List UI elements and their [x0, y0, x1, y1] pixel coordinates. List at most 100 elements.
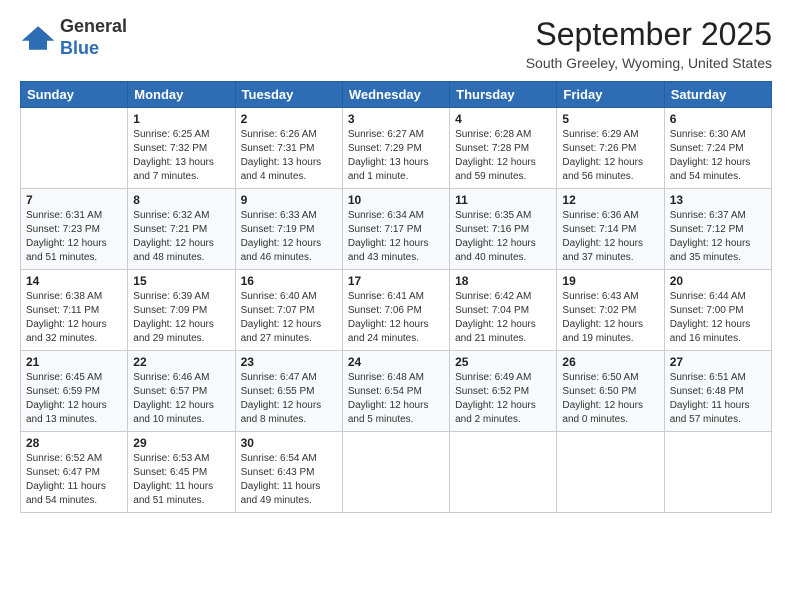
logo-blue: Blue — [60, 38, 127, 60]
day-info: Sunrise: 6:51 AMSunset: 6:48 PMDaylight:… — [670, 371, 766, 427]
calendar-cell: 1Sunrise: 6:25 AMSunset: 7:32 PMDaylight… — [128, 108, 235, 189]
day-number: 15 — [133, 274, 229, 288]
logo-general: General — [60, 16, 127, 38]
day-number: 3 — [348, 112, 444, 126]
day-number: 14 — [26, 274, 122, 288]
day-info: Sunrise: 6:40 AMSunset: 7:07 PMDaylight:… — [241, 290, 337, 346]
weekday-header-sunday: Sunday — [21, 82, 128, 108]
calendar-cell: 5Sunrise: 6:29 AMSunset: 7:26 PMDaylight… — [557, 108, 664, 189]
day-number: 12 — [562, 193, 658, 207]
day-info: Sunrise: 6:37 AMSunset: 7:12 PMDaylight:… — [670, 209, 766, 265]
calendar-cell — [21, 108, 128, 189]
calendar-cell: 6Sunrise: 6:30 AMSunset: 7:24 PMDaylight… — [664, 108, 771, 189]
day-info: Sunrise: 6:42 AMSunset: 7:04 PMDaylight:… — [455, 290, 551, 346]
day-info: Sunrise: 6:44 AMSunset: 7:00 PMDaylight:… — [670, 290, 766, 346]
day-number: 10 — [348, 193, 444, 207]
day-info: Sunrise: 6:52 AMSunset: 6:47 PMDaylight:… — [26, 452, 122, 508]
day-info: Sunrise: 6:31 AMSunset: 7:23 PMDaylight:… — [26, 209, 122, 265]
day-number: 29 — [133, 436, 229, 450]
logo: General Blue — [20, 16, 127, 59]
day-info: Sunrise: 6:33 AMSunset: 7:19 PMDaylight:… — [241, 209, 337, 265]
day-number: 8 — [133, 193, 229, 207]
calendar-cell: 3 Sunrise: 6:27 AMSunset: 7:29 PMDaylight… — [342, 108, 449, 189]
day-info: Sunrise: 6:50 AMSunset: 6:50 PMDaylight:… — [562, 371, 658, 427]
day-number: 4 — [455, 112, 551, 126]
day-number: 16 — [241, 274, 337, 288]
day-number: 26 — [562, 355, 658, 369]
day-number: 28 — [26, 436, 122, 450]
calendar-cell: 23 Sunrise: 6:47 AMSunset: 6:55 PMDayligh… — [235, 351, 342, 432]
calendar-body: 1Sunrise: 6:25 AMSunset: 7:32 PMDaylight… — [21, 108, 772, 513]
calendar-cell: 22 Sunrise: 6:46 AMSunset: 6:57 PMDayligh… — [128, 351, 235, 432]
day-number: 19 — [562, 274, 658, 288]
day-info: Sunrise: 6:45 AMSunset: 6:59 PMDaylight:… — [26, 371, 122, 427]
weekday-header-saturday: Saturday — [664, 82, 771, 108]
day-number: 5 — [562, 112, 658, 126]
day-info: Sunrise: 6:32 AMSunset: 7:21 PMDaylight:… — [133, 209, 229, 265]
calendar-cell: 24 Sunrise: 6:48 AMSunset: 6:54 PMDayligh… — [342, 351, 449, 432]
calendar-week-1: 1Sunrise: 6:25 AMSunset: 7:32 PMDaylight… — [21, 108, 772, 189]
calendar-week-3: 14Sunrise: 6:38 AMSunset: 7:11 PMDayligh… — [21, 270, 772, 351]
calendar-cell: 13 Sunrise: 6:37 AMSunset: 7:12 PMDayligh… — [664, 189, 771, 270]
calendar-cell: 14Sunrise: 6:38 AMSunset: 7:11 PMDayligh… — [21, 270, 128, 351]
day-info: Sunrise: 6:26 AMSunset: 7:31 PMDaylight:… — [241, 128, 337, 184]
weekday-header-monday: Monday — [128, 82, 235, 108]
calendar-cell: 18 Sunrise: 6:42 AMSunset: 7:04 PMDayligh… — [450, 270, 557, 351]
day-number: 13 — [670, 193, 766, 207]
calendar-cell: 30Sunrise: 6:54 AMSunset: 6:43 PMDayligh… — [235, 432, 342, 513]
calendar-cell: 25 Sunrise: 6:49 AMSunset: 6:52 PMDayligh… — [450, 351, 557, 432]
day-number: 2 — [241, 112, 337, 126]
day-info: Sunrise: 6:41 AMSunset: 7:06 PMDaylight:… — [348, 290, 444, 346]
calendar-cell: 20 Sunrise: 6:44 AMSunset: 7:00 PMDayligh… — [664, 270, 771, 351]
day-number: 22 — [133, 355, 229, 369]
calendar-cell: 27 Sunrise: 6:51 AMSunset: 6:48 PMDayligh… — [664, 351, 771, 432]
day-info: Sunrise: 6:48 AMSunset: 6:54 PMDaylight:… — [348, 371, 444, 427]
day-number: 18 — [455, 274, 551, 288]
day-number: 21 — [26, 355, 122, 369]
title-area: September 2025 South Greeley, Wyoming, U… — [526, 16, 772, 71]
calendar-cell: 17Sunrise: 6:41 AMSunset: 7:06 PMDayligh… — [342, 270, 449, 351]
day-number: 20 — [670, 274, 766, 288]
day-number: 6 — [670, 112, 766, 126]
day-info: Sunrise: 6:35 AMSunset: 7:16 PMDaylight:… — [455, 209, 551, 265]
location-title: South Greeley, Wyoming, United States — [526, 55, 772, 71]
calendar-cell: 12 Sunrise: 6:36 AMSunset: 7:14 PMDayligh… — [557, 189, 664, 270]
calendar-cell: 7 Sunrise: 6:31 AMSunset: 7:23 PMDaylight… — [21, 189, 128, 270]
day-number: 7 — [26, 193, 122, 207]
logo-icon — [20, 24, 56, 52]
weekday-header-row: SundayMondayTuesdayWednesdayThursdayFrid… — [21, 82, 772, 108]
calendar-cell: 2 Sunrise: 6:26 AMSunset: 7:31 PMDaylight… — [235, 108, 342, 189]
page-header: General Blue September 2025 South Greele… — [20, 16, 772, 71]
calendar-cell: 11 Sunrise: 6:35 AMSunset: 7:16 PMDayligh… — [450, 189, 557, 270]
day-info: Sunrise: 6:27 AMSunset: 7:29 PMDaylight:… — [348, 128, 444, 184]
calendar-week-5: 28 Sunrise: 6:52 AMSunset: 6:47 PMDayligh… — [21, 432, 772, 513]
day-number: 30 — [241, 436, 337, 450]
day-info: Sunrise: 6:34 AMSunset: 7:17 PMDaylight:… — [348, 209, 444, 265]
calendar-week-4: 21 Sunrise: 6:45 AMSunset: 6:59 PMDayligh… — [21, 351, 772, 432]
day-info: Sunrise: 6:36 AMSunset: 7:14 PMDaylight:… — [562, 209, 658, 265]
day-number: 11 — [455, 193, 551, 207]
day-number: 1 — [133, 112, 229, 126]
calendar-cell: 26 Sunrise: 6:50 AMSunset: 6:50 PMDayligh… — [557, 351, 664, 432]
calendar-cell: 10 Sunrise: 6:34 AMSunset: 7:17 PMDayligh… — [342, 189, 449, 270]
calendar-cell: 15Sunrise: 6:39 AMSunset: 7:09 PMDayligh… — [128, 270, 235, 351]
day-number: 27 — [670, 355, 766, 369]
day-info: Sunrise: 6:49 AMSunset: 6:52 PMDaylight:… — [455, 371, 551, 427]
calendar-cell — [664, 432, 771, 513]
day-info: Sunrise: 6:46 AMSunset: 6:57 PMDaylight:… — [133, 371, 229, 427]
month-title: September 2025 — [526, 16, 772, 53]
calendar-cell: 9Sunrise: 6:33 AMSunset: 7:19 PMDaylight… — [235, 189, 342, 270]
day-info: Sunrise: 6:47 AMSunset: 6:55 PMDaylight:… — [241, 371, 337, 427]
day-number: 23 — [241, 355, 337, 369]
calendar-cell: 29Sunrise: 6:53 AMSunset: 6:45 PMDayligh… — [128, 432, 235, 513]
day-number: 25 — [455, 355, 551, 369]
calendar-cell: 8 Sunrise: 6:32 AMSunset: 7:21 PMDaylight… — [128, 189, 235, 270]
weekday-header-thursday: Thursday — [450, 82, 557, 108]
weekday-header-tuesday: Tuesday — [235, 82, 342, 108]
calendar-week-2: 7 Sunrise: 6:31 AMSunset: 7:23 PMDaylight… — [21, 189, 772, 270]
day-number: 24 — [348, 355, 444, 369]
calendar-cell — [450, 432, 557, 513]
calendar-cell — [557, 432, 664, 513]
weekday-header-wednesday: Wednesday — [342, 82, 449, 108]
calendar-cell — [342, 432, 449, 513]
